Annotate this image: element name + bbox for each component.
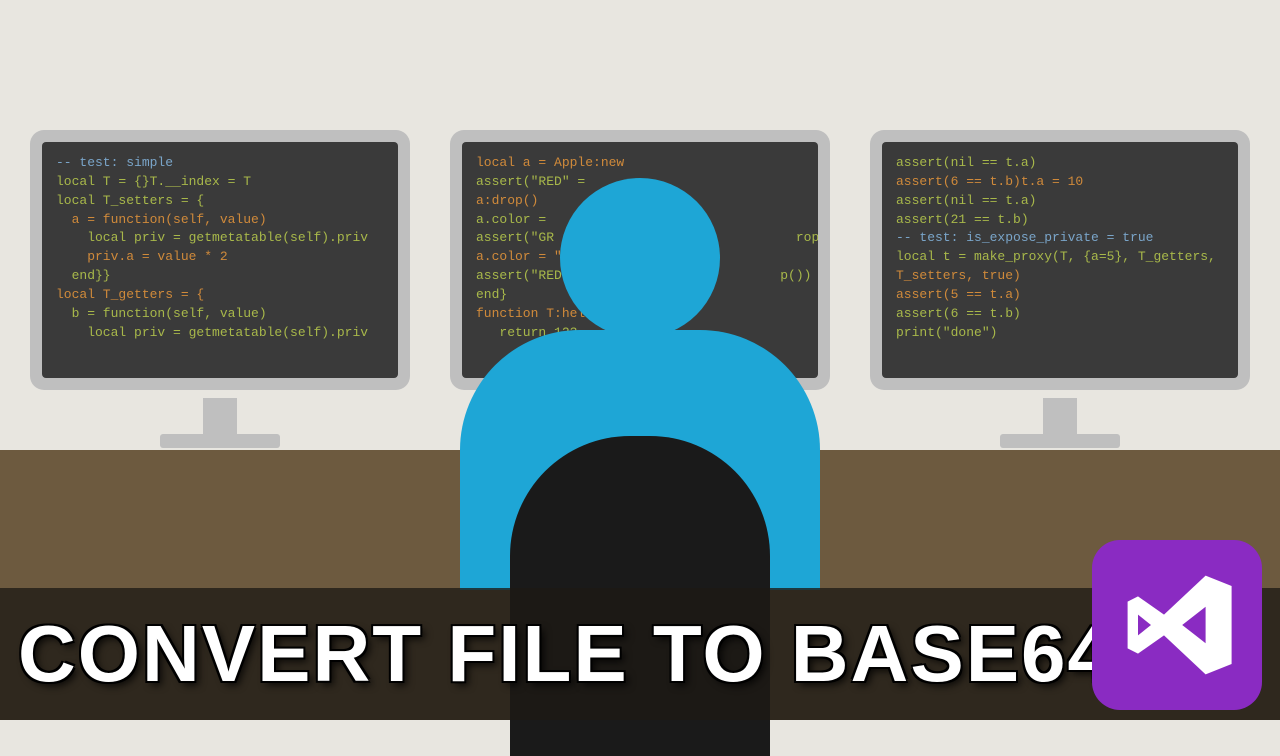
monitor-right: assert(nil == t.a)assert(6 == t.b)t.a = … [870,130,1250,410]
monitor-left: -- test: simplelocal T = {}T.__index = T… [30,130,410,410]
screen-left: -- test: simplelocal T = {}T.__index = T… [42,142,398,378]
banner-title: CONVERT FILE TO BASE64 [18,608,1114,700]
screen-right: assert(nil == t.a)assert(6 == t.b)t.a = … [882,142,1238,378]
person-head [560,178,720,338]
visual-studio-icon [1092,540,1262,710]
title-banner: CONVERT FILE TO BASE64 [0,588,1280,720]
